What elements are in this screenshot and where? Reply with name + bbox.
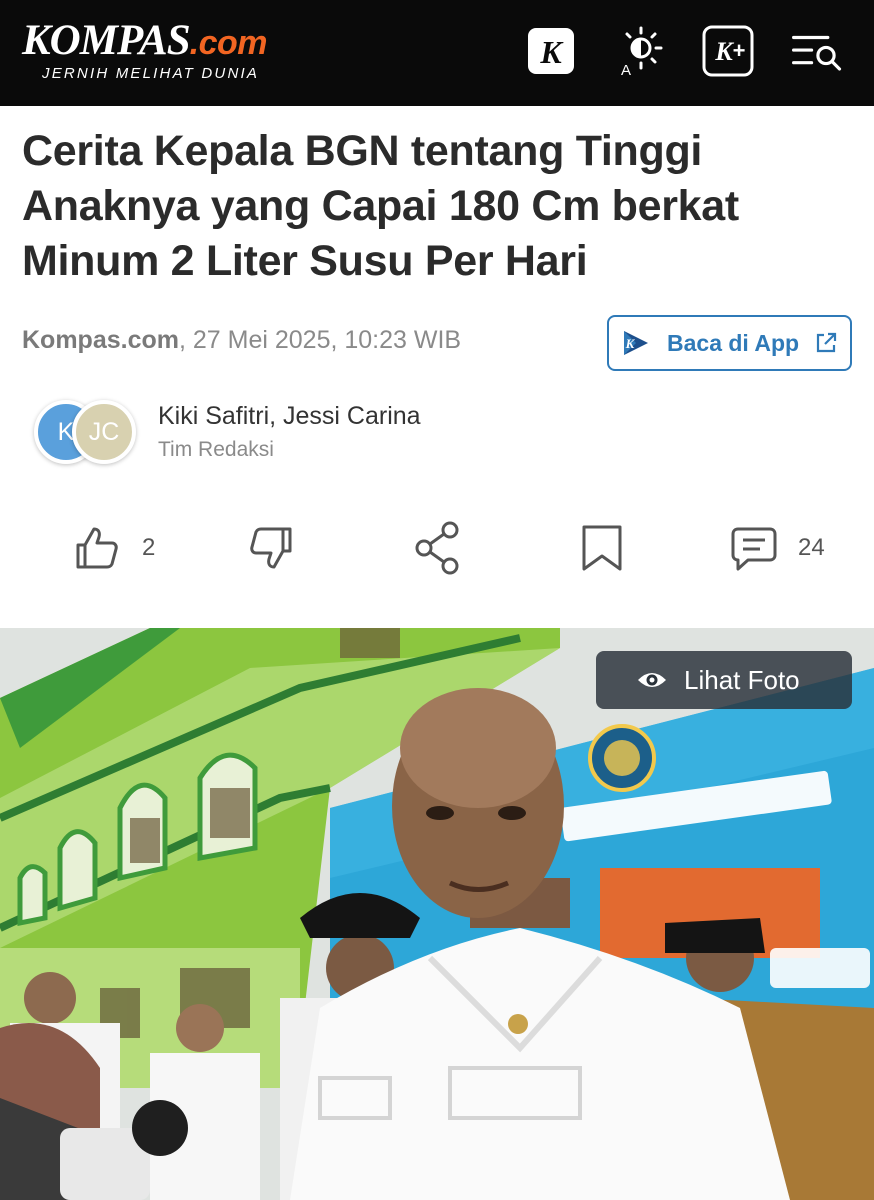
top-header: KOMPAS.com JERNIH MELIHAT DUNIA K A K + xyxy=(0,0,874,106)
svg-text:K: K xyxy=(714,37,734,66)
brightness-icon[interactable]: A xyxy=(612,24,666,78)
article-photo[interactable] xyxy=(0,628,874,1200)
kompas-logo[interactable]: KOMPAS.com JERNIH MELIHAT DUNIA xyxy=(22,17,268,83)
logo-tagline: JERNIH MELIHAT DUNIA xyxy=(42,65,260,82)
logo-wordmark: KOMPAS.com xyxy=(22,17,268,64)
comment-button[interactable]: 24 xyxy=(730,520,825,576)
kplus-icon[interactable]: K + xyxy=(701,24,755,78)
svg-text:K: K xyxy=(625,336,636,351)
author-avatar-2[interactable]: JC xyxy=(72,400,136,464)
author-names[interactable]: Kiki Safitri, Jessi Carina xyxy=(158,402,421,431)
dislike-button[interactable] xyxy=(246,520,296,576)
like-button[interactable]: 2 xyxy=(72,520,155,576)
author-team: Tim Redaksi xyxy=(158,438,274,461)
eye-icon xyxy=(638,673,666,687)
share-icon xyxy=(415,521,459,575)
bookmark-icon xyxy=(582,525,622,571)
like-count: 2 xyxy=(142,534,156,561)
article-meta: Kompas.com, 27 Mei 2025, 10:23 WIB xyxy=(22,326,461,355)
thumbs-down-icon xyxy=(250,527,292,569)
svg-text:K: K xyxy=(539,34,564,70)
article-photo-illustration xyxy=(0,628,874,1200)
article-datetime: , 27 Mei 2025, 10:23 WIB xyxy=(178,326,462,354)
comment-icon xyxy=(731,527,777,571)
thumbs-up-icon xyxy=(76,527,118,569)
svg-text:A: A xyxy=(621,62,631,78)
bookmark-button[interactable] xyxy=(578,520,626,576)
comment-count: 24 xyxy=(798,534,825,561)
article-source[interactable]: Kompas.com xyxy=(22,326,179,354)
share-button[interactable] xyxy=(412,520,462,576)
view-photo-button[interactable]: Lihat Foto xyxy=(596,651,852,709)
k-app-icon[interactable]: K xyxy=(524,24,578,78)
external-link-icon xyxy=(816,332,837,353)
article-title: Cerita Kepala BGN tentang Tinggi Anaknya… xyxy=(22,127,739,285)
view-photo-label: Lihat Foto xyxy=(684,664,800,695)
svg-text:+: + xyxy=(733,38,746,63)
read-in-app-button[interactable]: K Baca di App xyxy=(607,315,852,371)
menu-search-icon[interactable] xyxy=(790,24,844,78)
read-in-app-label: Baca di App xyxy=(667,329,800,356)
kompas-app-icon: K xyxy=(624,331,648,355)
